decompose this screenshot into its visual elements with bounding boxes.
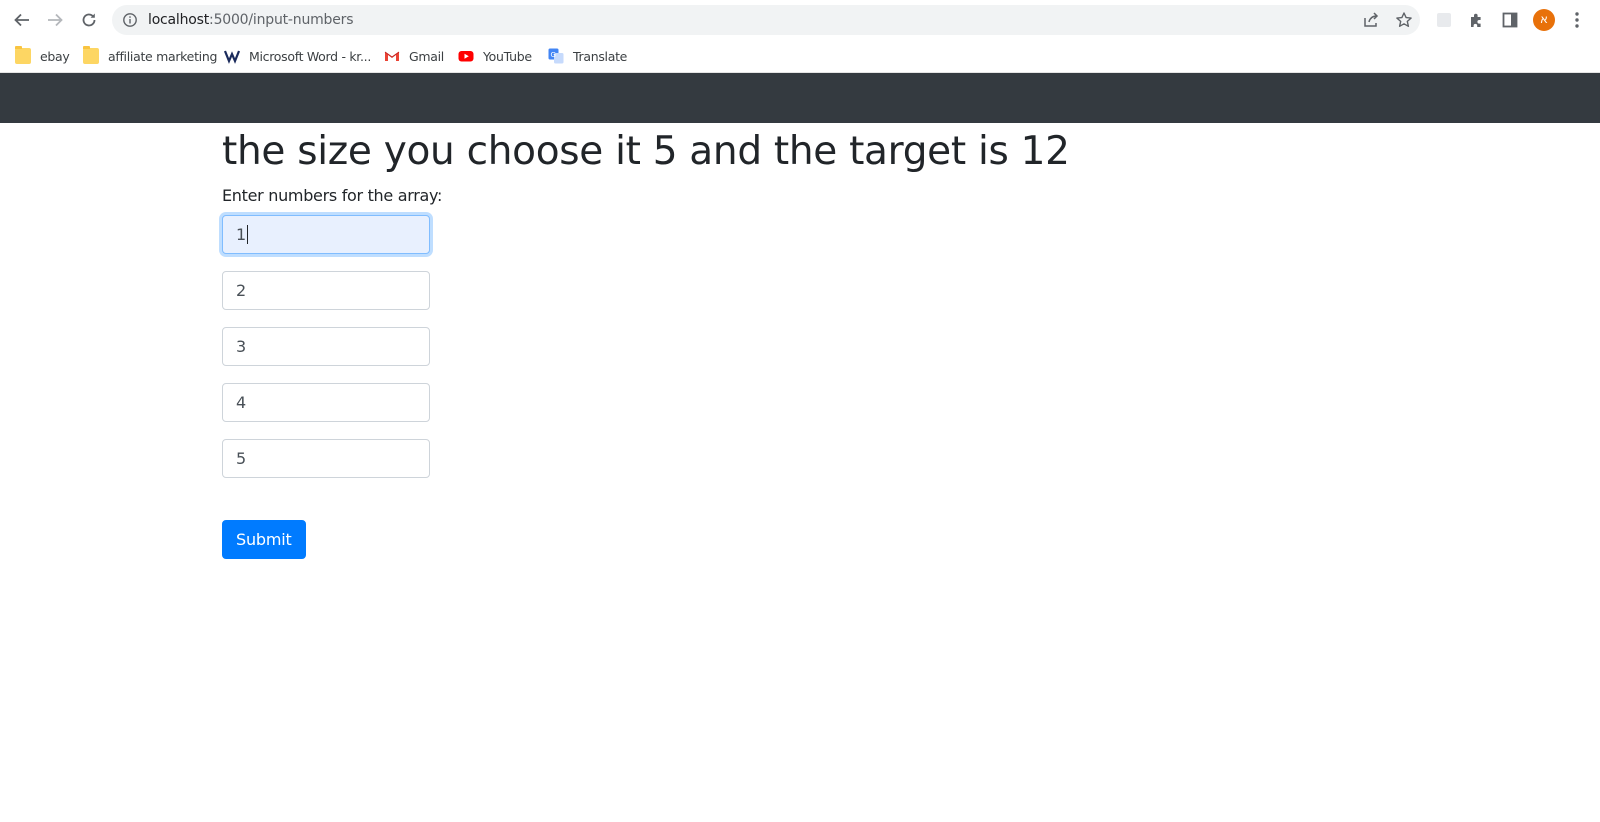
- forward-button[interactable]: [43, 8, 67, 32]
- text-caret: [247, 225, 249, 244]
- bookmark-label: Microsoft Word - kr...: [249, 48, 371, 64]
- extension-icon[interactable]: [1434, 10, 1454, 30]
- gmail-icon: [384, 51, 400, 61]
- bookmark-label: Translate: [573, 48, 628, 64]
- bookmark-youtube[interactable]: YouTube: [458, 45, 532, 67]
- bookmark-translate[interactable]: G Translate: [548, 45, 627, 67]
- url-text: localhost:5000/input-numbers: [148, 12, 354, 28]
- bookmark-label: affiliate marketing: [108, 48, 218, 64]
- array-inputs: 1 2 3 4 5: [222, 215, 1378, 478]
- array-input-5[interactable]: 5: [222, 439, 430, 478]
- share-icon[interactable]: [1362, 11, 1380, 29]
- page-content: the size you choose it 5 and the target …: [222, 123, 1378, 559]
- array-input-3[interactable]: 3: [222, 327, 430, 366]
- side-panel-icon: [1502, 12, 1518, 28]
- star-icon[interactable]: [1395, 11, 1413, 29]
- site-navbar: [0, 73, 1600, 123]
- bookmark-label: ebay: [40, 48, 70, 64]
- bookmark-ebay[interactable]: ebay: [15, 45, 70, 67]
- array-input-value: 2: [236, 281, 247, 300]
- profile-avatar[interactable]: א: [1533, 9, 1555, 31]
- menu-button[interactable]: [1567, 10, 1587, 30]
- reload-button[interactable]: [77, 8, 101, 32]
- array-input-1[interactable]: 1: [222, 215, 430, 254]
- bookmark-affiliate-marketing[interactable]: affiliate marketing: [83, 45, 217, 67]
- bookmarks-bar: ebay affiliate marketing Microsoft Word …: [0, 40, 1600, 73]
- bookmark-label: Gmail: [409, 48, 444, 64]
- blank-extension-icon: [1437, 13, 1451, 27]
- url-host: localhost: [148, 12, 210, 28]
- array-prompt-label: Enter numbers for the array:: [222, 186, 443, 205]
- array-input-value: 4: [236, 393, 247, 412]
- forward-arrow-icon: [48, 13, 63, 27]
- back-button[interactable]: [10, 8, 34, 32]
- puzzle-icon: [1471, 13, 1481, 27]
- kebab-menu-icon: [1575, 12, 1579, 28]
- submit-button[interactable]: Submit: [222, 520, 306, 559]
- back-arrow-icon: [14, 13, 29, 27]
- array-input-4[interactable]: 4: [222, 383, 430, 422]
- reload-icon: [82, 13, 96, 27]
- array-input-value: 5: [236, 449, 247, 468]
- array-input-value: 3: [236, 337, 247, 356]
- svg-text:G: G: [551, 51, 556, 59]
- word-icon: [224, 50, 240, 64]
- address-bar[interactable]: localhost:5000/input-numbers: [112, 5, 1420, 35]
- page-title: the size you choose it 5 and the target …: [222, 129, 1070, 174]
- array-input-2[interactable]: 2: [222, 271, 430, 310]
- extensions-button[interactable]: [1467, 10, 1487, 30]
- bookmark-microsoft-word[interactable]: Microsoft Word - kr...: [224, 45, 371, 67]
- browser-toolbar: localhost:5000/input-numbers א: [0, 0, 1600, 40]
- bookmark-label: YouTube: [483, 48, 532, 64]
- bookmark-gmail[interactable]: Gmail: [384, 45, 444, 67]
- youtube-icon: [458, 51, 474, 62]
- folder-icon: [15, 46, 31, 64]
- url-path: :5000/input-numbers: [209, 12, 354, 28]
- info-icon: [123, 13, 137, 27]
- array-input-value: 1: [236, 225, 247, 244]
- translate-icon: G: [548, 48, 564, 64]
- folder-icon: [83, 46, 99, 64]
- side-panel-button[interactable]: [1500, 10, 1520, 30]
